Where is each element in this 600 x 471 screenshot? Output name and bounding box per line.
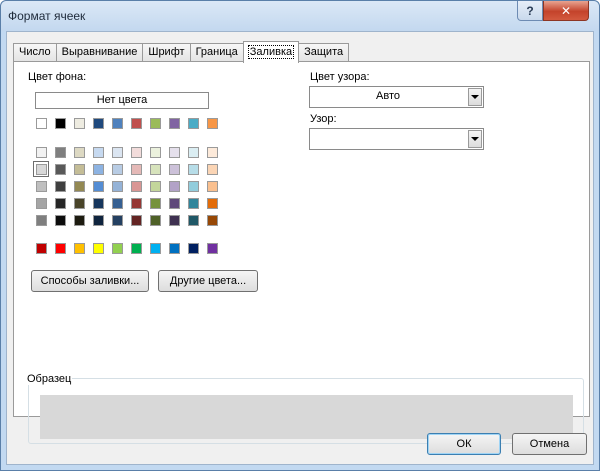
color-swatch[interactable] [55, 147, 66, 158]
color-swatch[interactable] [93, 164, 104, 175]
color-swatch[interactable] [188, 243, 199, 254]
tab-fill[interactable]: Заливка [242, 41, 300, 63]
color-swatch[interactable] [207, 198, 218, 209]
close-button[interactable]: ✕ [543, 1, 589, 21]
color-swatch[interactable] [150, 118, 161, 129]
tab-alignment[interactable]: Выравнивание [55, 43, 144, 62]
color-swatch[interactable] [131, 181, 142, 192]
dialog-body: Число Выравнивание Шрифт Граница Заливка… [6, 31, 594, 465]
color-swatch[interactable] [93, 118, 104, 129]
color-swatch[interactable] [207, 118, 218, 129]
color-swatch[interactable] [150, 243, 161, 254]
color-swatch[interactable] [93, 147, 104, 158]
color-swatch[interactable] [188, 164, 199, 175]
tab-number[interactable]: Число [13, 43, 57, 62]
color-swatch[interactable] [150, 215, 161, 226]
color-swatch[interactable] [150, 198, 161, 209]
color-swatch[interactable] [112, 164, 123, 175]
color-swatch[interactable] [112, 147, 123, 158]
background-color-label: Цвет фона: [28, 71, 87, 83]
chevron-down-icon[interactable] [468, 130, 482, 148]
help-button[interactable]: ? [517, 1, 543, 21]
color-swatch[interactable] [112, 215, 123, 226]
color-swatch[interactable] [169, 118, 180, 129]
tab-strip: Число Выравнивание Шрифт Граница Заливка… [13, 41, 350, 63]
color-swatch[interactable] [55, 181, 66, 192]
color-swatch[interactable] [131, 118, 142, 129]
color-swatch[interactable] [188, 118, 199, 129]
color-swatch[interactable] [112, 243, 123, 254]
color-swatch[interactable] [188, 147, 199, 158]
color-swatch[interactable] [74, 147, 85, 158]
color-swatch[interactable] [55, 198, 66, 209]
color-swatch[interactable] [150, 164, 161, 175]
color-swatch[interactable] [74, 198, 85, 209]
color-swatch[interactable] [207, 164, 218, 175]
window-title: Формат ячеек [8, 9, 86, 23]
color-swatch[interactable] [188, 198, 199, 209]
more-colors-button[interactable]: Другие цвета... [158, 270, 258, 292]
color-swatch[interactable] [169, 243, 180, 254]
color-swatch[interactable] [131, 164, 142, 175]
color-swatch[interactable] [36, 243, 47, 254]
sample-label: Образец [26, 373, 73, 385]
tab-protection[interactable]: Защита [298, 43, 350, 62]
color-swatch[interactable] [169, 198, 180, 209]
color-swatch[interactable] [169, 164, 180, 175]
color-swatch[interactable] [188, 215, 199, 226]
color-swatch[interactable] [55, 118, 66, 129]
color-swatch[interactable] [112, 198, 123, 209]
color-swatch[interactable] [188, 181, 199, 192]
color-swatch[interactable] [207, 181, 218, 192]
color-swatch[interactable] [36, 118, 47, 129]
color-swatch[interactable] [207, 215, 218, 226]
color-swatch[interactable] [36, 147, 47, 158]
color-swatch[interactable] [112, 118, 123, 129]
color-swatch[interactable] [74, 118, 85, 129]
color-swatch[interactable] [93, 243, 104, 254]
color-swatch[interactable] [36, 164, 47, 175]
tab-border[interactable]: Граница [189, 43, 244, 62]
pattern-style-select[interactable] [309, 128, 484, 150]
color-swatch[interactable] [131, 147, 142, 158]
color-swatch[interactable] [36, 215, 47, 226]
color-swatch[interactable] [93, 215, 104, 226]
chevron-down-icon[interactable] [468, 88, 482, 106]
color-swatch[interactable] [207, 243, 218, 254]
color-swatch[interactable] [74, 164, 85, 175]
fill-panel: Цвет фона: Нет цвета Способы заливки... … [13, 61, 590, 444]
pattern-style-label: Узор: [310, 113, 337, 125]
color-swatch[interactable] [36, 181, 47, 192]
color-swatch[interactable] [150, 147, 161, 158]
format-cells-dialog: Формат ячеек ? ✕ Число Выравнивание Шриф… [0, 0, 600, 471]
color-swatch[interactable] [74, 243, 85, 254]
tab-font[interactable]: Шрифт [142, 43, 191, 62]
color-swatch[interactable] [93, 198, 104, 209]
color-swatch[interactable] [36, 198, 47, 209]
color-swatch[interactable] [55, 243, 66, 254]
color-swatch[interactable] [55, 215, 66, 226]
color-swatch[interactable] [55, 164, 66, 175]
color-swatch[interactable] [131, 198, 142, 209]
color-swatch[interactable] [169, 147, 180, 158]
cancel-button[interactable]: Отмена [512, 433, 587, 455]
color-swatch[interactable] [93, 181, 104, 192]
pattern-color-value: Авто [376, 90, 400, 102]
ok-button[interactable]: ОК [427, 433, 501, 455]
color-swatch[interactable] [112, 181, 123, 192]
color-swatch[interactable] [74, 215, 85, 226]
color-swatch[interactable] [169, 215, 180, 226]
fill-effects-button[interactable]: Способы заливки... [31, 270, 149, 292]
color-swatch[interactable] [131, 243, 142, 254]
pattern-color-label: Цвет узора: [310, 71, 370, 83]
color-swatch[interactable] [74, 181, 85, 192]
pattern-color-select[interactable]: Авто [309, 86, 484, 108]
title-bar: Формат ячеек ? ✕ [1, 1, 599, 31]
color-swatch[interactable] [150, 181, 161, 192]
no-color-button[interactable]: Нет цвета [35, 92, 209, 109]
tab-fill-label: Заливка [247, 45, 295, 59]
color-swatch[interactable] [131, 215, 142, 226]
color-swatch[interactable] [207, 147, 218, 158]
color-swatch[interactable] [169, 181, 180, 192]
